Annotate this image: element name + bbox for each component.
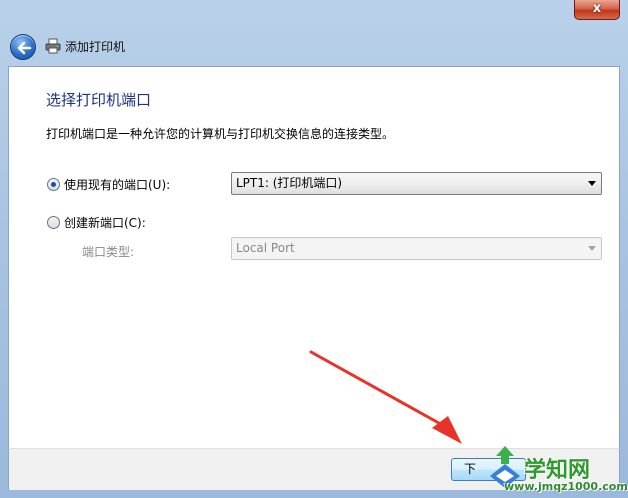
port-type-value: Local Port — [236, 241, 295, 255]
watermark-url: www.jmqz1000.com — [504, 480, 628, 493]
use-existing-port-option[interactable]: 使用现有的端口(U): — [47, 176, 170, 193]
create-new-port-radio[interactable] — [47, 216, 60, 229]
page-description: 打印机端口是一种允许您的计算机与打印机交换信息的连接类型。 — [46, 127, 395, 141]
create-new-port-option[interactable]: 创建新端口(C): — [47, 214, 146, 231]
title-bar: x 添加打印机 — [0, 0, 628, 66]
chevron-down-icon — [588, 246, 596, 251]
create-new-port-label: 创建新端口(C): — [64, 216, 146, 230]
back-arrow-icon — [17, 41, 32, 55]
existing-port-dropdown[interactable]: LPT1: (打印机端口) — [231, 172, 602, 195]
window-title: 添加打印机 — [65, 40, 126, 54]
port-type-dropdown: Local Port — [231, 237, 602, 260]
back-button[interactable] — [10, 34, 36, 60]
use-existing-port-radio[interactable] — [47, 178, 60, 191]
printer-icon — [45, 38, 61, 54]
wizard-content: 选择打印机端口 打印机端口是一种允许您的计算机与打印机交换信息的连接类型。 使用… — [8, 66, 620, 448]
existing-port-value: LPT1: (打印机端口) — [236, 176, 343, 190]
port-type-label: 端口类型: — [82, 245, 135, 259]
chevron-down-icon — [588, 181, 596, 186]
use-existing-port-label: 使用现有的端口(U): — [64, 178, 171, 192]
close-button[interactable]: x — [574, 0, 620, 20]
page-heading: 选择打印机端口 — [46, 91, 152, 109]
